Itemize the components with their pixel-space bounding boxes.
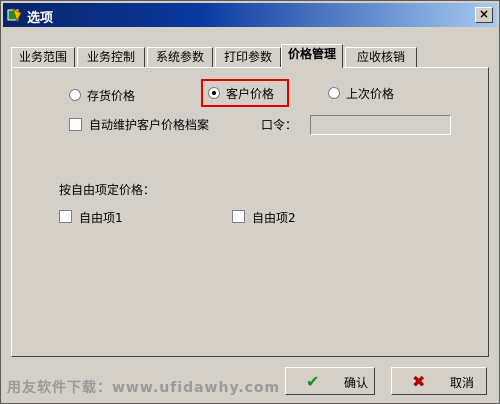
password-label: 口令：	[261, 118, 298, 132]
checkmark-icon: ✔	[306, 372, 320, 391]
cancel-button-label: 取消	[450, 376, 475, 390]
tab-business-scope[interactable]: 业务范围	[11, 47, 75, 67]
window-title: 选项	[27, 11, 54, 26]
app-icon	[7, 8, 22, 23]
cancel-button[interactable]: ✖ 取消	[391, 367, 487, 395]
free-item2-label: 自由项2	[252, 211, 296, 225]
free-item1-checkbox[interactable]	[59, 210, 72, 223]
auto-maintain-checkbox[interactable]	[69, 118, 82, 131]
ok-button[interactable]: ✔ 确认	[285, 367, 375, 395]
ok-button-label: 确认	[344, 376, 369, 390]
title-bar[interactable]: 选项 ×	[3, 3, 497, 27]
close-button[interactable]: ×	[475, 7, 493, 23]
tab-business-control[interactable]: 业务控制	[77, 47, 145, 67]
radio-last-price[interactable]	[328, 87, 340, 99]
watermark: 用友软件下载：www.ufidawhy.com	[7, 380, 281, 396]
x-icon: ✖	[412, 372, 426, 391]
tab-receivable-writeoff[interactable]: 应收核销	[345, 47, 417, 67]
free-items-heading: 按自由项定价格：	[59, 183, 156, 197]
tab-print-params[interactable]: 打印参数	[215, 47, 281, 67]
radio-customer-price-label: 客户价格	[226, 87, 275, 101]
radio-inventory-price-label: 存货价格	[87, 89, 136, 103]
auto-maintain-label: 自动维护客户价格档案	[89, 118, 210, 132]
password-input[interactable]	[310, 115, 451, 135]
tab-system-params[interactable]: 系统参数	[147, 47, 213, 67]
options-dialog: 选项 × 业务范围 业务控制 系统参数 打印参数 价格管理 应收核销 存货价格 …	[0, 0, 500, 404]
free-item2-checkbox[interactable]	[232, 210, 245, 223]
tab-price-management[interactable]: 价格管理	[281, 44, 343, 68]
free-item1-label: 自由项1	[79, 211, 123, 225]
radio-customer-price[interactable]	[208, 87, 220, 99]
radio-inventory-price[interactable]	[69, 89, 81, 101]
radio-last-price-label: 上次价格	[346, 87, 395, 101]
